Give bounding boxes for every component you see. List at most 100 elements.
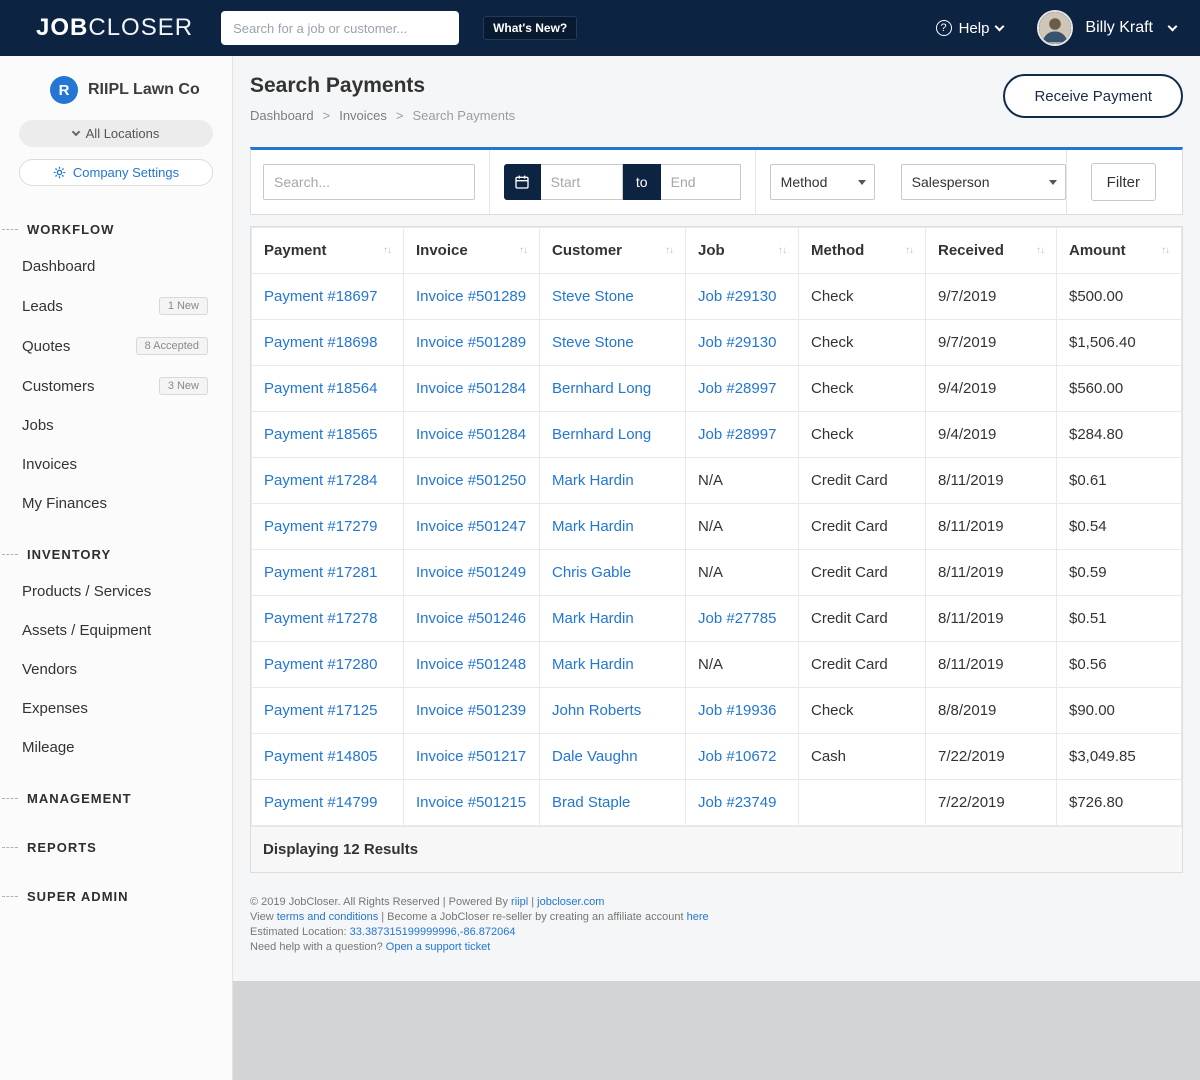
app-logo[interactable]: JOBCLOSER — [36, 14, 193, 42]
sidebar-item-vendors[interactable]: Vendors — [0, 650, 232, 689]
column-header-received[interactable]: Received↑↓ — [926, 228, 1057, 274]
payment-link[interactable]: Payment #14799 — [264, 794, 377, 811]
sort-icon[interactable]: ↑↓ — [665, 245, 673, 256]
job-link[interactable]: Job #29130 — [698, 288, 776, 305]
sidebar-item-invoices[interactable]: Invoices — [0, 445, 232, 484]
breadcrumb-item-invoices[interactable]: Invoices — [339, 108, 387, 123]
payment-link[interactable]: Payment #17278 — [264, 610, 377, 627]
job-link[interactable]: Job #28997 — [698, 426, 776, 443]
column-header-method[interactable]: Method↑↓ — [799, 228, 926, 274]
sidebar-item-customers[interactable]: Customers3 New — [0, 366, 232, 406]
column-header-invoice[interactable]: Invoice↑↓ — [404, 228, 540, 274]
salesperson-select[interactable]: Salesperson — [901, 164, 1066, 200]
customer-link[interactable]: Dale Vaughn — [552, 748, 638, 765]
user-avatar[interactable] — [1037, 10, 1073, 46]
sidebar-item-assets-equipment[interactable]: Assets / Equipment — [0, 611, 232, 650]
sort-icon[interactable]: ↑↓ — [519, 245, 527, 256]
payment-link[interactable]: Payment #17280 — [264, 656, 377, 673]
customer-link[interactable]: Bernhard Long — [552, 426, 651, 443]
jobcloser-link[interactable]: jobcloser.com — [537, 896, 604, 908]
invoice-link[interactable]: Invoice #501250 — [416, 472, 526, 489]
affiliate-link[interactable]: here — [687, 911, 709, 923]
user-menu-chevron-icon[interactable] — [1168, 21, 1178, 31]
sidebar-item-mileage[interactable]: Mileage — [0, 728, 232, 767]
sidebar-item-jobs[interactable]: Jobs — [0, 406, 232, 445]
sidebar-section-reports[interactable]: REPORTS — [0, 816, 232, 865]
payment-link[interactable]: Payment #17279 — [264, 518, 377, 535]
sidebar-item-my-finances[interactable]: My Finances — [0, 484, 232, 523]
customer-link[interactable]: Bernhard Long — [552, 380, 651, 397]
user-name[interactable]: Billy Kraft — [1085, 19, 1153, 37]
customer-link[interactable]: Mark Hardin — [552, 610, 634, 627]
payment-link[interactable]: Payment #17284 — [264, 472, 377, 489]
location-selector[interactable]: All Locations — [19, 120, 213, 147]
payments-search-input[interactable] — [263, 164, 475, 200]
sidebar-section-super-admin[interactable]: SUPER ADMIN — [0, 865, 232, 914]
customer-link[interactable]: Mark Hardin — [552, 656, 634, 673]
payment-link[interactable]: Payment #18565 — [264, 426, 377, 443]
start-date-input[interactable] — [541, 164, 623, 200]
job-link[interactable]: Job #10672 — [698, 748, 776, 765]
riipl-link[interactable]: riipl — [511, 896, 528, 908]
sidebar-item-dashboard[interactable]: Dashboard — [0, 247, 232, 286]
sidebar-item-products-services[interactable]: Products / Services — [0, 572, 232, 611]
invoice-link[interactable]: Invoice #501248 — [416, 656, 526, 673]
sidebar-item-leads[interactable]: Leads1 New — [0, 286, 232, 326]
help-menu[interactable]: ? Help — [936, 20, 1004, 37]
job-link[interactable]: Job #27785 — [698, 610, 776, 627]
column-header-amount[interactable]: Amount↑↓ — [1057, 228, 1182, 274]
job-link[interactable]: Job #19936 — [698, 702, 776, 719]
column-header-payment[interactable]: Payment↑↓ — [252, 228, 404, 274]
sort-icon[interactable]: ↑↓ — [905, 245, 913, 256]
payment-link[interactable]: Payment #17281 — [264, 564, 377, 581]
invoice-link[interactable]: Invoice #501247 — [416, 518, 526, 535]
payment-link[interactable]: Payment #18698 — [264, 334, 377, 351]
receive-payment-button[interactable]: Receive Payment — [1003, 74, 1183, 118]
sidebar-item-expenses[interactable]: Expenses — [0, 689, 232, 728]
customer-link[interactable]: Chris Gable — [552, 564, 631, 581]
column-header-customer[interactable]: Customer↑↓ — [540, 228, 686, 274]
job-link[interactable]: Job #23749 — [698, 794, 776, 811]
customer-link[interactable]: John Roberts — [552, 702, 641, 719]
location-link[interactable]: 33.387315199999996,-86.872064 — [350, 926, 516, 938]
invoice-link[interactable]: Invoice #501289 — [416, 288, 526, 305]
customer-link[interactable]: Mark Hardin — [552, 518, 634, 535]
invoice-link[interactable]: Invoice #501215 — [416, 794, 526, 811]
sidebar-item-quotes[interactable]: Quotes8 Accepted — [0, 326, 232, 366]
support-ticket-link[interactable]: Open a support ticket — [386, 941, 491, 953]
job-link[interactable]: Job #29130 — [698, 334, 776, 351]
invoice-link[interactable]: Invoice #501289 — [416, 334, 526, 351]
job-link[interactable]: Job #28997 — [698, 380, 776, 397]
customer-link[interactable]: Steve Stone — [552, 334, 634, 351]
sort-icon[interactable]: ↑↓ — [383, 245, 391, 256]
sort-icon[interactable]: ↑↓ — [1036, 245, 1044, 256]
column-header-job[interactable]: Job↑↓ — [686, 228, 799, 274]
sort-icon[interactable]: ↑↓ — [1161, 245, 1169, 256]
payment-link[interactable]: Payment #18564 — [264, 380, 377, 397]
terms-link[interactable]: terms and conditions — [277, 911, 379, 923]
invoice-link[interactable]: Invoice #501217 — [416, 748, 526, 765]
method-select[interactable]: Method — [770, 164, 875, 200]
global-search-input[interactable] — [221, 11, 459, 45]
sidebar-section-inventory[interactable]: INVENTORY — [0, 523, 232, 572]
customer-link[interactable]: Steve Stone — [552, 288, 634, 305]
whats-new-button[interactable]: What's New? — [483, 16, 577, 40]
invoice-link[interactable]: Invoice #501246 — [416, 610, 526, 627]
invoice-link[interactable]: Invoice #501284 — [416, 426, 526, 443]
customer-link[interactable]: Brad Staple — [552, 794, 630, 811]
invoice-link[interactable]: Invoice #501284 — [416, 380, 526, 397]
filter-button[interactable]: Filter — [1091, 163, 1156, 201]
payment-link[interactable]: Payment #18697 — [264, 288, 377, 305]
sidebar-section-management[interactable]: MANAGEMENT — [0, 767, 232, 816]
calendar-button[interactable] — [504, 164, 541, 200]
company-settings-button[interactable]: Company Settings — [19, 159, 213, 186]
payment-link[interactable]: Payment #14805 — [264, 748, 377, 765]
sort-icon[interactable]: ↑↓ — [778, 245, 786, 256]
invoice-link[interactable]: Invoice #501239 — [416, 702, 526, 719]
sidebar-section-workflow[interactable]: WORKFLOW — [0, 198, 232, 247]
breadcrumb-item-dashboard[interactable]: Dashboard — [250, 108, 314, 123]
customer-link[interactable]: Mark Hardin — [552, 472, 634, 489]
invoice-link[interactable]: Invoice #501249 — [416, 564, 526, 581]
end-date-input[interactable] — [661, 164, 741, 200]
payment-link[interactable]: Payment #17125 — [264, 702, 377, 719]
